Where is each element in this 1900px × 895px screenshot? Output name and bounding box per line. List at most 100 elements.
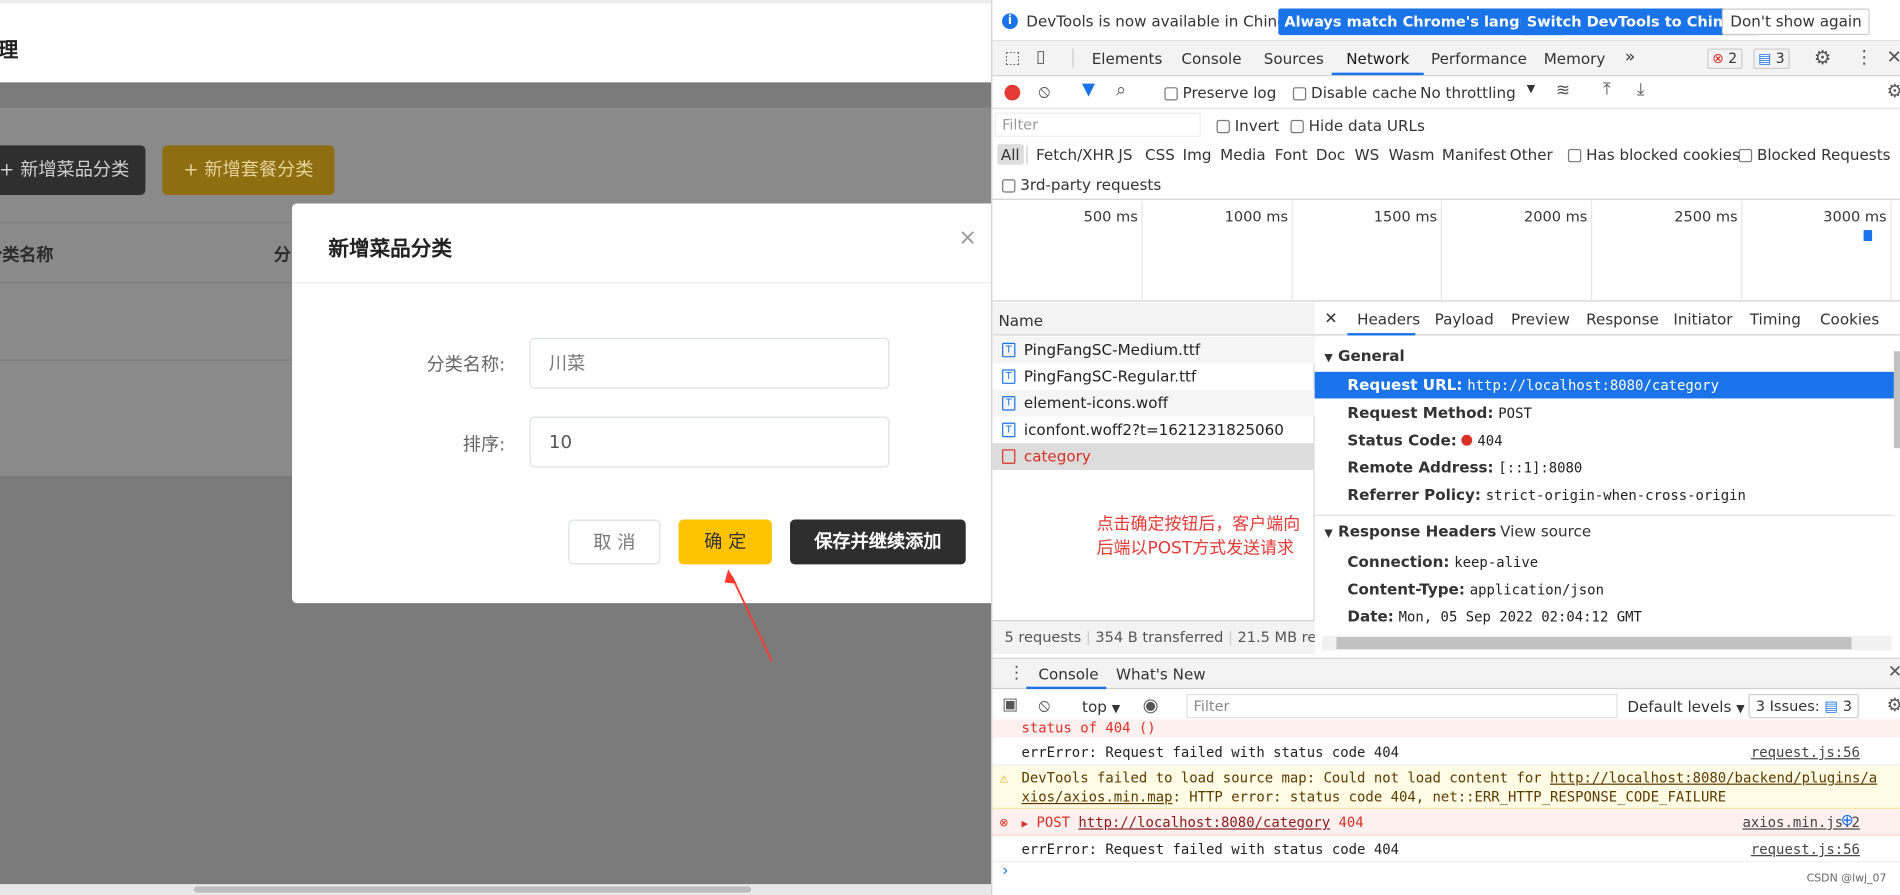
invert-option[interactable]: Invert [1216, 116, 1279, 134]
throttling-select[interactable]: No throttling [1420, 84, 1516, 102]
type-filter-manifest[interactable]: Manifest [1442, 145, 1507, 163]
tab-preview[interactable]: Preview [1511, 310, 1570, 328]
network-conditions-icon[interactable]: ≋ [1556, 81, 1570, 100]
expand-triangle-icon[interactable]: ▶ [1021, 819, 1028, 831]
blocked-requests-checkbox[interactable] [1738, 148, 1753, 163]
request-method-row[interactable]: Request Method: POST [1347, 403, 1531, 421]
console-prompt-icon[interactable]: › [1002, 862, 1008, 880]
scrollbar-thumb[interactable] [193, 886, 752, 893]
issues-button[interactable]: 3 Issues: ▤ 3 [1748, 693, 1860, 719]
tab-console[interactable]: Console [1181, 50, 1241, 68]
type-filter-fetch-xhr[interactable]: Fetch/XHR [1036, 145, 1114, 163]
search-icon[interactable]: ⌕ [1116, 79, 1126, 101]
tab-network[interactable]: Network [1346, 50, 1409, 68]
content-type-row[interactable]: Content-Type: application/json [1347, 580, 1604, 598]
type-filter-img[interactable]: Img [1183, 145, 1212, 163]
tab-cookies[interactable]: Cookies [1820, 310, 1879, 328]
more-tabs-icon[interactable]: » [1625, 47, 1635, 66]
status-code-row[interactable]: Status Code: 404 [1347, 431, 1502, 449]
tab-performance[interactable]: Performance [1431, 50, 1527, 68]
request-row[interactable]: T PingFangSC-Medium.ttf [992, 336, 1315, 364]
request-row[interactable]: T PingFangSC-Regular.ttf [992, 363, 1314, 390]
type-filter-media[interactable]: Media [1220, 145, 1265, 163]
close-devtools-icon[interactable]: ✕ [1887, 46, 1900, 68]
filter-funnel-icon[interactable]: ▼ [1082, 80, 1095, 99]
sidebar-toggle-icon[interactable]: ▣ [1002, 695, 1018, 714]
error-counter[interactable]: ⊗ 2 [1707, 48, 1742, 70]
network-settings-icon[interactable]: ⚙ [1887, 80, 1900, 102]
network-filter-input[interactable]: Filter [994, 112, 1201, 137]
third-party-checkbox[interactable] [1002, 179, 1016, 193]
log-levels-select[interactable]: Default levels ▼ [1627, 698, 1744, 716]
type-filter-js[interactable]: JS [1118, 145, 1132, 163]
drawer-tab-whats-new[interactable]: What's New [1116, 665, 1206, 683]
remote-address-row[interactable]: Remote Address: [::1]:8080 [1347, 458, 1582, 476]
preserve-log-checkbox[interactable] [1164, 87, 1178, 101]
disable-cache-checkbox[interactable] [1292, 87, 1307, 101]
settings-gear-icon[interactable]: ⚙ [1814, 46, 1831, 69]
third-party-option[interactable]: 3rd-party requests [1002, 176, 1161, 194]
console-link[interactable]: http://localhost:8080/category [1078, 814, 1330, 831]
context-selector[interactable]: top ▼ [1082, 698, 1120, 716]
record-icon[interactable] [1004, 84, 1021, 101]
clear-icon[interactable]: ⦸ [1038, 80, 1050, 102]
type-filter-other[interactable]: Other [1510, 145, 1553, 163]
drawer-tab-console[interactable]: Console [1038, 665, 1098, 683]
connection-row[interactable]: Connection: keep-alive [1347, 552, 1538, 570]
live-expression-eye-icon[interactable]: ◉ [1143, 694, 1159, 716]
console-filter-input[interactable]: Filter [1186, 693, 1618, 719]
device-toolbar-icon[interactable]: ▯ [1036, 47, 1045, 66]
close-detail-icon[interactable]: ✕ [1324, 310, 1337, 328]
blocked-requests-option[interactable]: Blocked Requests [1738, 145, 1891, 163]
type-filter-doc[interactable]: Doc [1316, 145, 1345, 163]
hide-data-urls-option[interactable]: Hide data URLs [1290, 116, 1425, 134]
dont-show-again-button[interactable]: Don't show again [1721, 8, 1871, 36]
tab-payload[interactable]: Payload [1435, 310, 1494, 328]
tab-headers[interactable]: Headers [1357, 310, 1420, 328]
tab-initiator[interactable]: Initiator [1673, 310, 1732, 328]
request-url-row[interactable]: Request URL: http://localhost:8080/categ… [1347, 375, 1719, 393]
console-link[interactable]: xios/axios.min.map [1021, 788, 1172, 805]
detail-horizontal-scrollbar[interactable] [1321, 635, 1892, 651]
drawer-menu-icon[interactable]: ⋮ [1008, 664, 1025, 683]
has-blocked-cookies-checkbox[interactable] [1567, 148, 1582, 163]
console-settings-icon[interactable]: ⚙ [1887, 694, 1900, 716]
category-name-input[interactable]: 川菜 [529, 337, 890, 389]
request-row[interactable]: Ticonfont.woff2?t=1621231825060 [992, 417, 1314, 444]
confirm-button[interactable]: 确 定 [678, 519, 772, 565]
inspect-icon[interactable]: ⬚ [1004, 48, 1020, 67]
source-link[interactable]: request.js:56 [1751, 841, 1860, 858]
type-filter-font[interactable]: Font [1275, 145, 1308, 163]
type-filter-ws[interactable]: WS [1355, 145, 1380, 163]
clear-console-icon[interactable]: ⦸ [1038, 694, 1050, 716]
add-combo-category-button[interactable]: + 新增套餐分类 [162, 145, 335, 195]
invert-checkbox[interactable] [1216, 119, 1230, 134]
type-filter-css[interactable]: CSS [1145, 145, 1175, 163]
detail-vertical-scrollbar[interactable] [1893, 351, 1900, 449]
preserve-log-option[interactable]: Preserve log [1164, 84, 1276, 102]
cancel-button[interactable]: 取 消 [568, 519, 661, 565]
export-har-icon[interactable]: ⤓ [1637, 80, 1645, 99]
tab-response[interactable]: Response [1586, 310, 1659, 328]
import-har-icon[interactable]: ⤒ [1603, 80, 1611, 99]
tab-memory[interactable]: Memory [1544, 50, 1606, 68]
type-filter-all[interactable]: All [997, 144, 1024, 165]
tab-timing[interactable]: Timing [1750, 310, 1801, 328]
tab-elements[interactable]: Elements [1092, 50, 1163, 68]
scrollbar-thumb[interactable] [1336, 637, 1852, 650]
close-drawer-icon[interactable]: ✕ [1888, 662, 1900, 681]
tab-sources[interactable]: Sources [1264, 50, 1324, 68]
hide-data-urls-checkbox[interactable] [1290, 119, 1304, 134]
console-link[interactable]: http://localhost:8080/backend/plugins/a [1550, 769, 1877, 786]
sort-input[interactable]: 10 [529, 416, 890, 468]
close-icon[interactable]: × [958, 225, 976, 250]
add-dish-category-button[interactable]: + 新增菜品分类 [0, 145, 146, 195]
kebab-menu-icon[interactable]: ⋮ [1855, 46, 1873, 68]
request-row-failed[interactable]: category [992, 443, 1315, 470]
type-filter-wasm[interactable]: Wasm [1389, 145, 1435, 163]
source-link[interactable]: request.js:56 [1751, 744, 1860, 761]
save-and-continue-button[interactable]: 保存并继续添加 [790, 519, 966, 565]
request-row[interactable]: Telement-icons.woff [992, 389, 1315, 417]
name-column-header[interactable]: Name [992, 302, 1315, 336]
disable-cache-option[interactable]: Disable cache [1292, 84, 1417, 102]
